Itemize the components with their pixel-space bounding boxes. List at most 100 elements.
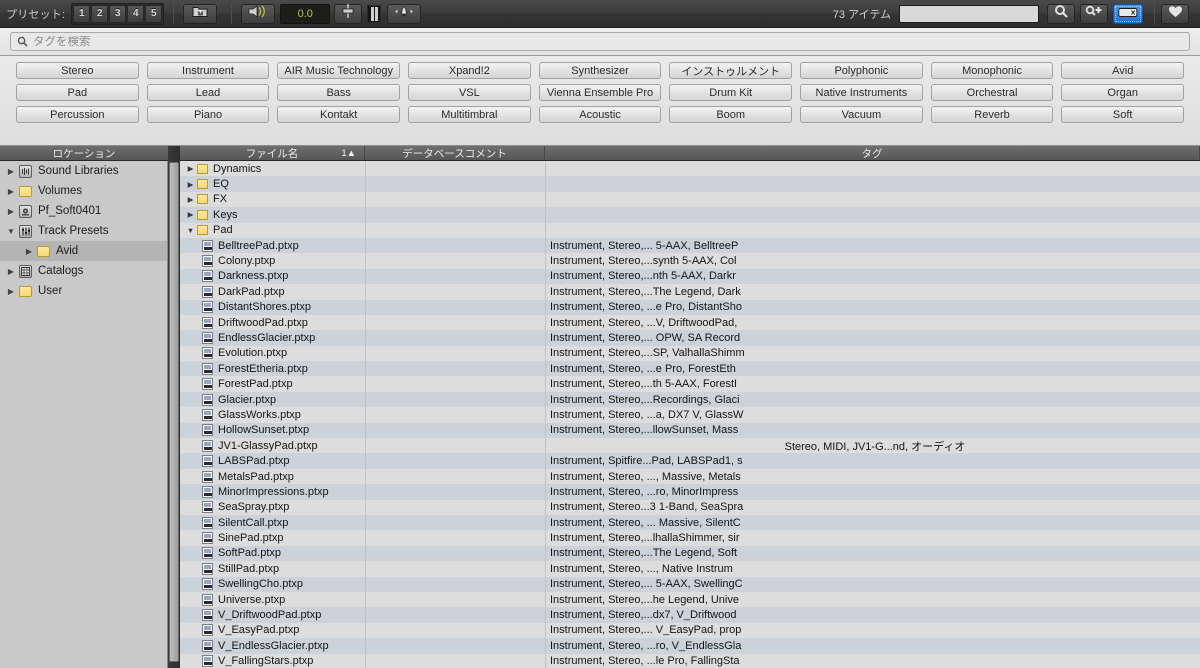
sidebar-scrollbar[interactable]	[168, 146, 180, 668]
table-row[interactable]: SilentCall.ptxp Instrument, Stereo, ... M…	[180, 514, 1200, 531]
tag-search-field[interactable]	[10, 32, 1190, 51]
tag-button-vacuum[interactable]: Vacuum	[800, 106, 923, 123]
chevron-right-icon[interactable]: ▶	[184, 180, 197, 189]
tag-search-input[interactable]	[33, 35, 1183, 48]
sidebar-item-pf-soft0401[interactable]: ▶ Pf_Soft0401	[0, 201, 167, 221]
sidebar-item-avid[interactable]: ▶ Avid	[0, 241, 167, 261]
fader-button[interactable]	[334, 3, 363, 24]
table-row[interactable]: SoftPad.ptxp Instrument, Stereo,...The Le…	[180, 545, 1200, 562]
table-row[interactable]: BelltreePad.ptxp Instrument, Stereo,... 5…	[180, 237, 1200, 254]
table-row[interactable]: Universe.ptxp Instrument, Stereo,...he Le…	[180, 591, 1200, 608]
tag-button-bass[interactable]: Bass	[277, 84, 401, 101]
value-display[interactable]: 0.0	[280, 3, 331, 24]
tag-button-xpand2[interactable]: Xpand!2	[408, 62, 531, 79]
search-plus-button[interactable]	[1080, 3, 1108, 24]
table-row[interactable]: ForestEtheria.ptxp Instrument, Stereo, ..…	[180, 361, 1200, 377]
tag-button-stereo[interactable]: Stereo	[16, 62, 139, 79]
chevron-right-icon[interactable]: ▶	[4, 167, 18, 176]
folder-save-button[interactable]	[183, 3, 218, 24]
table-row[interactable]: JV1-GlassyPad.ptxp Stereo, MIDI, JV1-G...…	[180, 438, 1200, 454]
table-row[interactable]: V_EndlessGlacier.ptxp Instrument, Stereo,…	[180, 638, 1200, 654]
table-row[interactable]: Darkness.ptxp Instrument, Stereo,...nth 5…	[180, 268, 1200, 285]
tag-button-orchestral[interactable]: Orchestral	[930, 84, 1054, 101]
tag-button-organ[interactable]: Organ	[1061, 84, 1185, 101]
table-row-folder[interactable]: ▶ Dynamics	[180, 161, 1200, 177]
table-row[interactable]: V_EasyPad.ptxp Instrument, Stereo,... V_E…	[180, 622, 1200, 639]
sidebar-item-volumes[interactable]: ▶ Volumes	[0, 181, 167, 201]
tag-button-reverb[interactable]: Reverb	[930, 106, 1054, 123]
chevron-right-icon[interactable]: ▶	[4, 207, 18, 216]
chevron-down-icon[interactable]: ▼	[4, 227, 18, 236]
toolbar-search-input[interactable]	[899, 4, 1039, 23]
table-row[interactable]: ForestPad.ptxp Instrument, Stereo,...th 5…	[180, 376, 1200, 392]
table-row-folder[interactable]: ▶ FX	[180, 191, 1200, 208]
instrument-select-button[interactable]	[387, 3, 422, 24]
table-row[interactable]: Evolution.ptxp Instrument, Stereo,...SP, …	[180, 345, 1200, 362]
table-row[interactable]: SinePad.ptxp Instrument, Stereo,...lhalla…	[180, 530, 1200, 546]
tag-button-acoustic[interactable]: Acoustic	[538, 106, 662, 123]
table-row-folder[interactable]: ▼ Pad	[180, 222, 1200, 238]
chevron-right-icon[interactable]: ▶	[184, 195, 197, 204]
tag-button-air-music-technology[interactable]: AIR Music Technology	[277, 62, 401, 79]
table-row[interactable]: MinorImpressions.ptxp Instrument, Stereo,…	[180, 484, 1200, 500]
tag-button-vsl[interactable]: VSL	[408, 84, 531, 101]
tag-button-percussion[interactable]: Percussion	[16, 106, 139, 123]
table-row[interactable]: SwellingCho.ptxp Instrument, Stereo,... 5…	[180, 576, 1200, 592]
tag-button-monophonic[interactable]: Monophonic	[930, 62, 1054, 79]
favorite-button[interactable]	[1161, 3, 1189, 24]
column-header-tag[interactable]: タグ	[545, 146, 1200, 160]
sidebar-item-sound-libraries[interactable]: ▶ Sound Libraries	[0, 161, 167, 181]
table-row-folder[interactable]: ▶ Keys	[180, 207, 1200, 223]
audition-button[interactable]	[241, 3, 276, 24]
table-row[interactable]: V_FallingStars.ptxp Instrument, Stereo, .…	[180, 653, 1200, 668]
preset-button-3[interactable]: 3	[109, 4, 127, 23]
tag-button-lead[interactable]: Lead	[146, 84, 270, 101]
table-row[interactable]: StillPad.ptxp Instrument, Stereo, ..., Na…	[180, 561, 1200, 577]
search-button[interactable]	[1047, 3, 1075, 24]
preset-button-2[interactable]: 2	[91, 4, 109, 23]
tag-button-avid[interactable]: Avid	[1061, 62, 1185, 79]
preset-button-5[interactable]: 5	[145, 4, 163, 23]
tag-button-synthesizer[interactable]: Synthesizer	[538, 62, 662, 79]
chevron-down-icon[interactable]: ▼	[184, 226, 197, 235]
sidebar-item-track-presets[interactable]: ▼ Track Presets	[0, 221, 167, 241]
table-row[interactable]: MetalsPad.ptxp Instrument, Stereo, ..., M…	[180, 468, 1200, 485]
table-row[interactable]: DarkPad.ptxp Instrument, Stereo,...The Le…	[180, 284, 1200, 300]
tag-button-pad[interactable]: Pad	[16, 84, 139, 101]
chevron-right-icon[interactable]: ▶	[4, 287, 18, 296]
column-header-comment[interactable]: データベースコメント	[365, 146, 545, 160]
clear-search-button[interactable]	[1113, 3, 1143, 24]
column-header-filename[interactable]: ファイル名 1▲	[180, 146, 365, 160]
table-row[interactable]: LABSPad.ptxp Instrument, Spitfire...Pad, …	[180, 453, 1200, 469]
table-row[interactable]: Glacier.ptxp Instrument, Stereo,...Record…	[180, 391, 1200, 408]
table-row[interactable]: DriftwoodPad.ptxp Instrument, Stereo, ...…	[180, 314, 1200, 331]
tag-button-kontakt[interactable]: Kontakt	[277, 106, 401, 123]
table-row[interactable]: HollowSunset.ptxp Instrument, Stereo,...l…	[180, 422, 1200, 439]
chevron-right-icon[interactable]: ▶	[22, 247, 36, 256]
tag-button-boom[interactable]: Boom	[669, 106, 793, 123]
preset-button-4[interactable]: 4	[127, 4, 145, 23]
chevron-right-icon[interactable]: ▶	[4, 267, 18, 276]
table-row[interactable]: GlassWorks.ptxp Instrument, Stereo, ...a,…	[180, 407, 1200, 423]
sidebar-scrollbar-thumb[interactable]	[169, 162, 179, 662]
tag-button-drum-kit[interactable]: Drum Kit	[669, 84, 793, 101]
tag-button-instrument[interactable]: Instrument	[146, 62, 270, 79]
table-row-folder[interactable]: ▶ EQ	[180, 176, 1200, 192]
tag-button-polyphonic[interactable]: Polyphonic	[800, 62, 923, 79]
tag-button-native-instruments[interactable]: Native Instruments	[800, 84, 923, 101]
sidebar-item-catalogs[interactable]: ▶ Catalogs	[0, 261, 167, 281]
chevron-right-icon[interactable]: ▶	[184, 164, 197, 173]
table-row[interactable]: SeaSpray.ptxp Instrument, Stereo...3 1-Ba…	[180, 499, 1200, 515]
table-row[interactable]: V_DriftwoodPad.ptxp Instrument, Stereo,..…	[180, 607, 1200, 623]
table-row[interactable]: DistantShores.ptxp Instrument, Stereo, ..…	[180, 299, 1200, 315]
chevron-right-icon[interactable]: ▶	[184, 210, 197, 219]
chevron-right-icon[interactable]: ▶	[4, 187, 18, 196]
tag-button-piano[interactable]: Piano	[146, 106, 270, 123]
sidebar-item-user[interactable]: ▶ User	[0, 281, 167, 301]
tag-button-instrument-jp[interactable]: インストゥルメント	[669, 62, 793, 79]
table-row[interactable]: Colony.ptxp Instrument, Stereo,...synth 5…	[180, 253, 1200, 269]
table-row[interactable]: EndlessGlacier.ptxp Instrument, Stereo,..…	[180, 330, 1200, 346]
tag-button-soft[interactable]: Soft	[1061, 106, 1185, 123]
tag-button-vienna-ensemble-pro[interactable]: Vienna Ensemble Pro	[538, 84, 662, 101]
tag-button-multitimbral[interactable]: Multitimbral	[408, 106, 531, 123]
